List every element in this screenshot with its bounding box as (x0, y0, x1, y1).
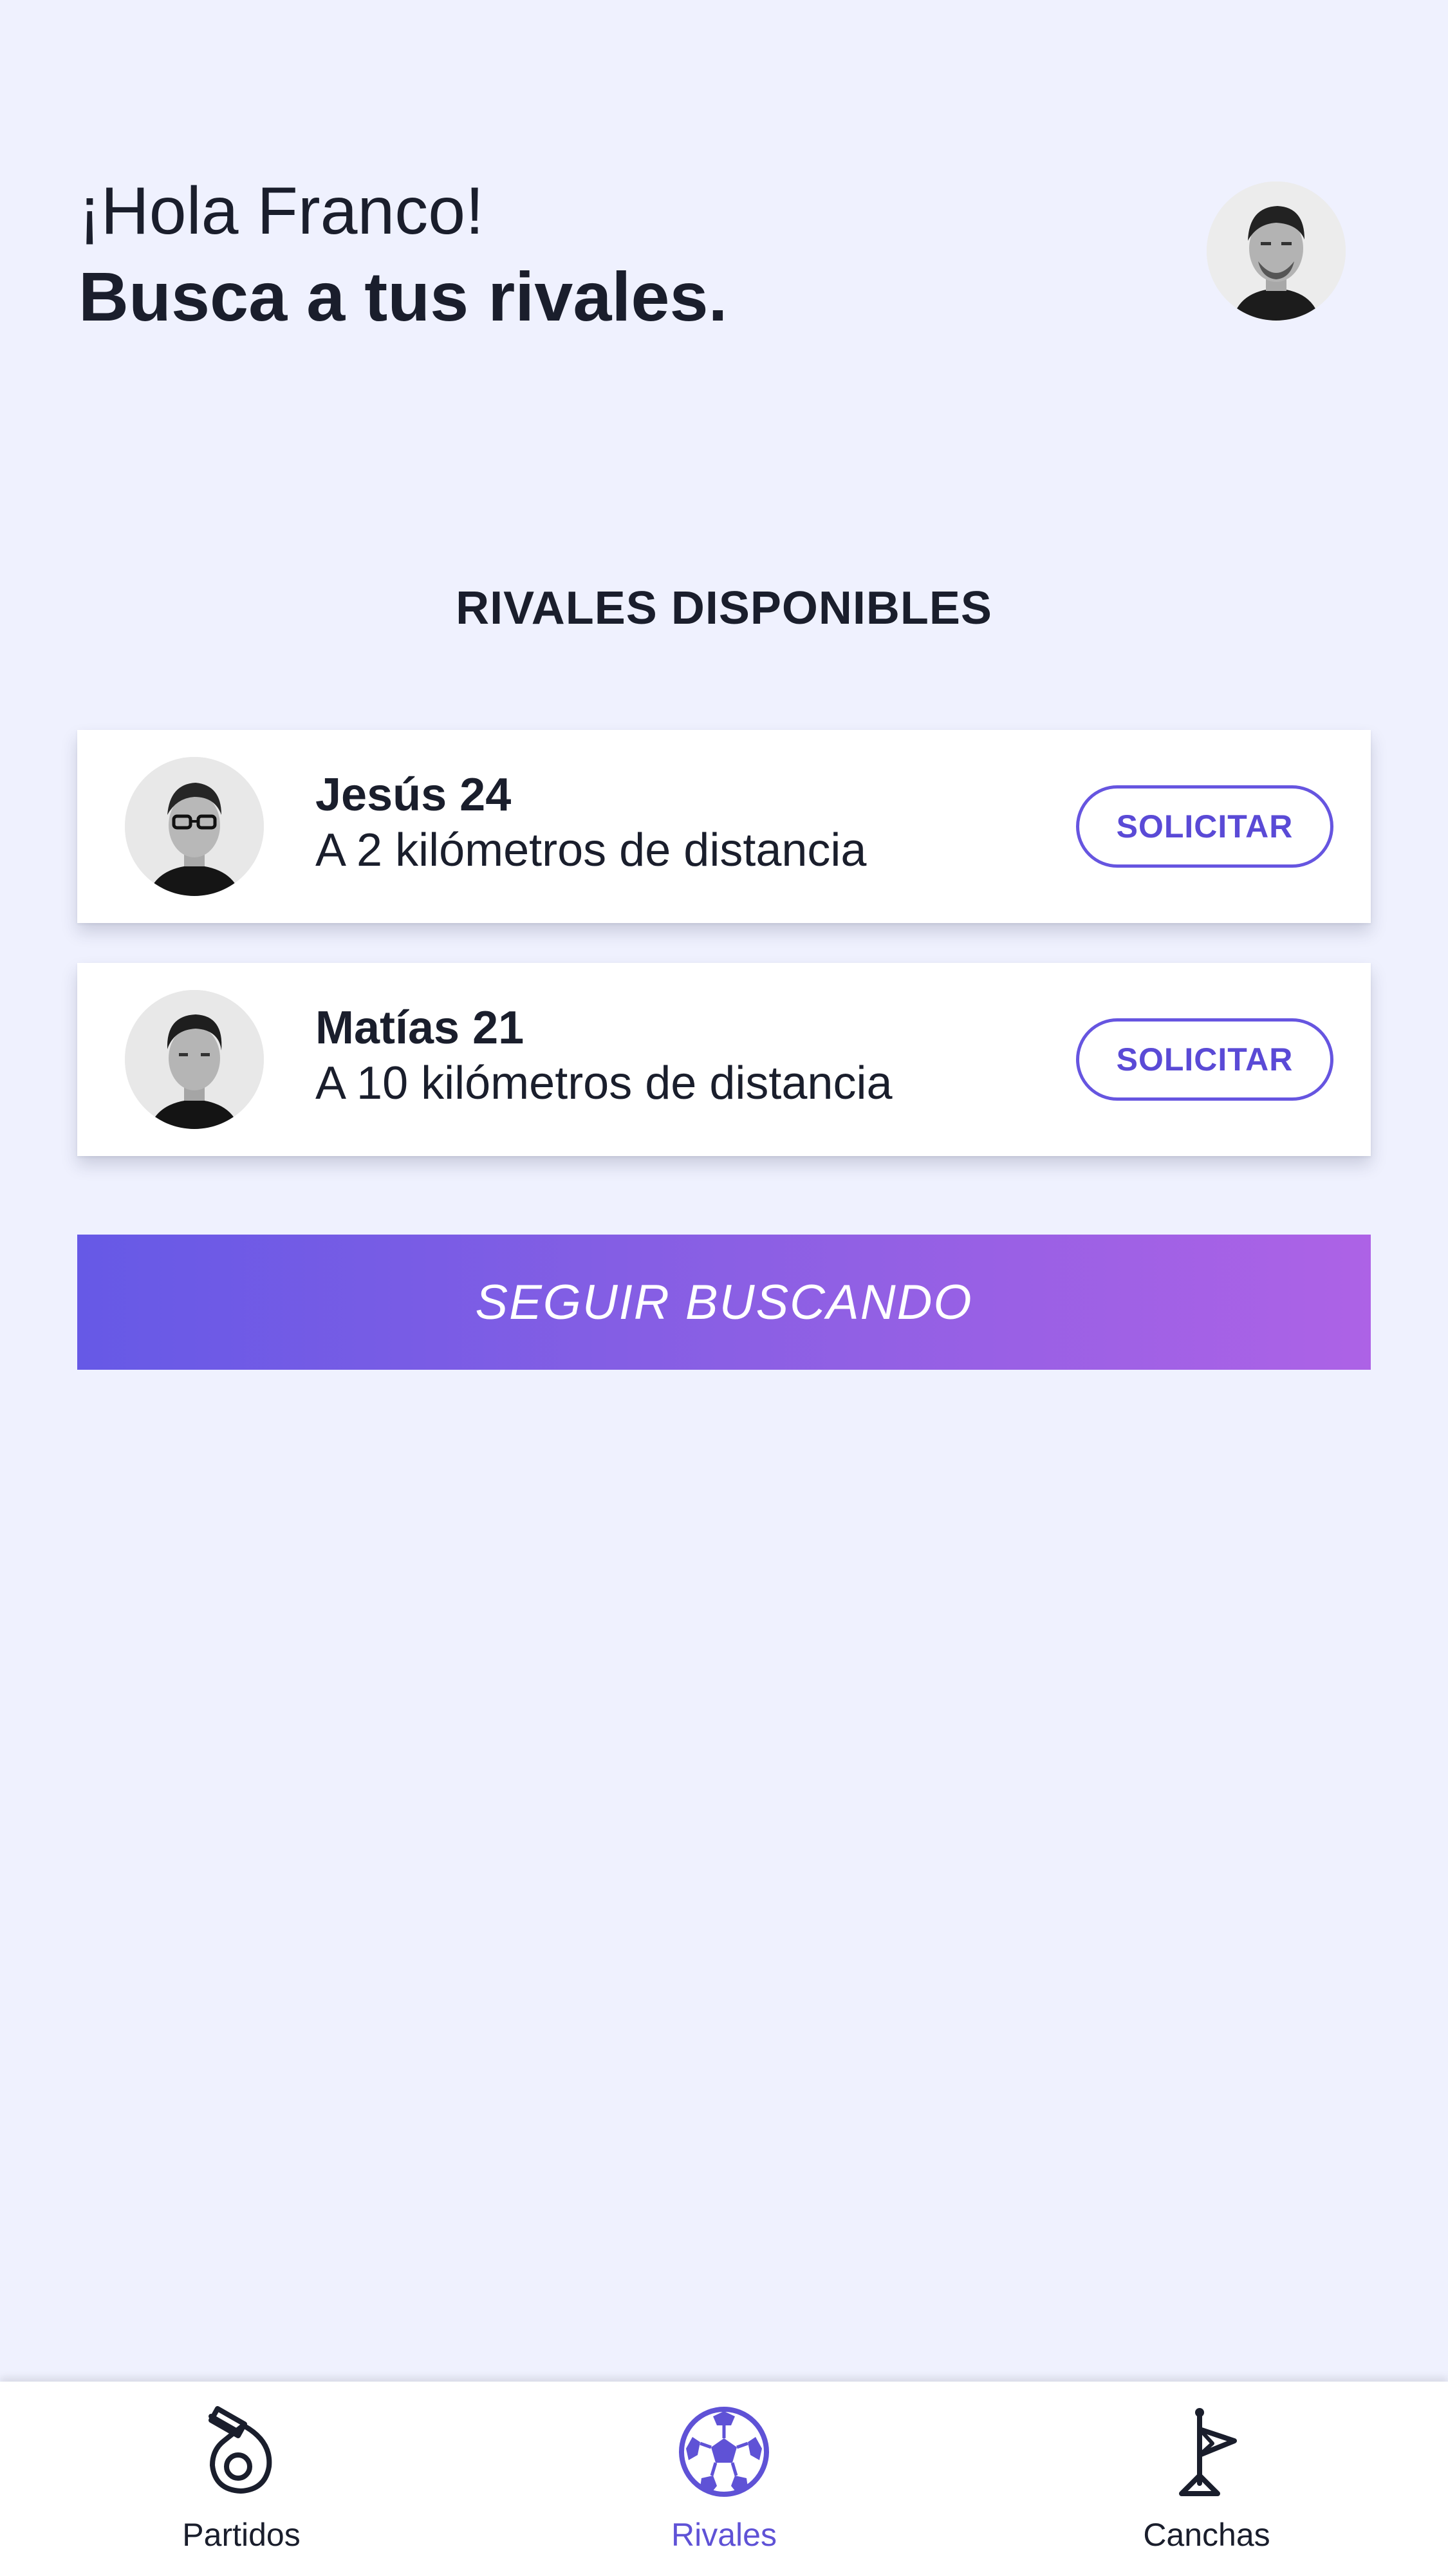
rival-portrait-image (125, 990, 264, 1129)
page-title: Busca a tus rivales. (79, 257, 728, 335)
rival-avatar (125, 757, 264, 896)
section-title: RIVALES DISPONIBLES (456, 583, 992, 634)
keep-searching-button[interactable]: SEGUIR BUSCANDO (77, 1235, 1371, 1370)
rival-distance: A 10 kilómetros de distancia (315, 1058, 893, 1109)
rival-card: Matías 21 A 10 kilómetros de distancia S… (77, 963, 1371, 1156)
bottom-nav: Partidos Rivales Canchas (0, 2382, 1448, 2576)
rival-name: Jesús 24 (315, 769, 512, 821)
request-button[interactable]: SOLICITAR (1076, 1018, 1333, 1101)
rival-distance: A 2 kilómetros de distancia (315, 825, 867, 876)
nav-item-partidos[interactable]: Partidos (0, 2382, 483, 2576)
rival-card: Jesús 24 A 2 kilómetros de distancia SOL… (77, 730, 1371, 923)
nav-label: Canchas (1143, 2517, 1270, 2553)
rival-portrait-image (125, 757, 264, 896)
user-avatar[interactable] (1207, 182, 1346, 321)
request-button[interactable]: SOLICITAR (1076, 785, 1333, 868)
nav-label: Rivales (671, 2517, 777, 2553)
soccer-ball-icon (676, 2403, 772, 2500)
nav-item-canchas[interactable]: Canchas (965, 2382, 1448, 2576)
corner-flag-icon (1158, 2403, 1255, 2500)
nav-label: Partidos (182, 2517, 301, 2553)
rival-name: Matías 21 (315, 1002, 524, 1054)
greeting-text: ¡Hola Franco! (79, 174, 484, 248)
user-portrait-image (1207, 182, 1346, 321)
nav-item-rivales[interactable]: Rivales (483, 2382, 965, 2576)
whistle-icon (193, 2403, 290, 2500)
rival-avatar (125, 990, 264, 1129)
